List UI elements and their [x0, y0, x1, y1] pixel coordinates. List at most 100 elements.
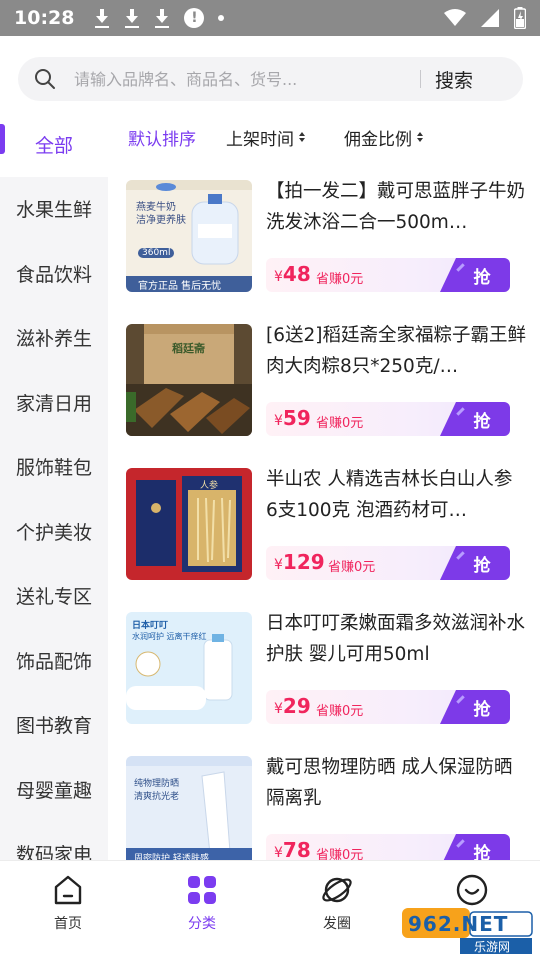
- product-image: 燕麦牛奶 洁净更养肤 360ml 官方正品 售后无忧: [126, 180, 252, 292]
- product-title: 戴可思物理防晒 成人保湿防晒隔离乳: [266, 757, 513, 809]
- grab-button[interactable]: 抢: [440, 834, 510, 860]
- product-card[interactable]: 纯物理防晒 清爽抗光老 周密防护 轻透肤感 戴可思物理防晒 成人保湿防晒隔离乳 …: [108, 738, 540, 860]
- search-divider: [420, 70, 421, 88]
- price-value: 129: [282, 550, 325, 574]
- price-currency: ¥: [274, 413, 283, 429]
- download-icon: [154, 8, 170, 28]
- search-icon: [35, 69, 55, 89]
- sort-listing-time[interactable]: 上架时间: [226, 125, 305, 150]
- home-icon: [54, 875, 82, 905]
- thumb-text: 纯物理防晒: [134, 779, 180, 789]
- watermark-subtext: 乐游网: [474, 940, 511, 954]
- product-card[interactable]: 稻廷斋 [6送2]稻廷斋全家福粽子霸王鲜肉大肉粽8只*250克/… ¥59 省赚…: [108, 306, 540, 450]
- product-title: 日本叮叮柔嫩面霜多效滋润补水护肤 婴儿可用50ml: [266, 613, 526, 665]
- slash-icon: [456, 551, 465, 560]
- sidebar-item-beauty[interactable]: 个护美妆: [0, 499, 108, 564]
- wifi-icon: [444, 9, 466, 26]
- thumb-text: 人参: [200, 481, 219, 491]
- save-amount: 省赚0元: [316, 272, 364, 287]
- product-card[interactable]: 燕麦牛奶 洁净更养肤 360ml 官方正品 售后无忧 【拍一发二】戴可思蓝胖子牛…: [108, 162, 540, 306]
- price-bar: ¥48 省赚0元 抢: [266, 258, 510, 292]
- sort-commission[interactable]: 佣金比例: [344, 125, 423, 150]
- grab-button[interactable]: 抢: [440, 546, 510, 580]
- product-price: ¥48: [274, 262, 311, 286]
- product-image: 日本叮叮 水润呵护 远离干痒红: [126, 612, 252, 724]
- save-amount: 省赚0元: [316, 704, 364, 719]
- nav-moments-label: 发圈: [323, 916, 351, 932]
- price-value: 29: [282, 694, 311, 718]
- nav-home[interactable]: 首页: [28, 873, 108, 933]
- sidebar-item-health[interactable]: 滋补养生: [0, 306, 108, 371]
- save-amount: 省赚0元: [328, 560, 376, 575]
- save-amount: 省赚0元: [316, 416, 364, 431]
- product-title: 半山农 人精选吉林长白山人参 6支100克 泡酒药材可…: [266, 469, 513, 521]
- signal-icon: [481, 9, 499, 27]
- product-title: 【拍一发二】戴可思蓝胖子牛奶洗发沐浴二合一500m…: [266, 181, 526, 233]
- product-card[interactable]: 日本叮叮 水润呵护 远离干痒红 日本叮叮柔嫩面霜多效滋润补水护肤 婴儿可用50m…: [108, 594, 540, 738]
- sidebar-item-fruit-fresh[interactable]: 水果生鲜: [0, 177, 108, 242]
- price-value: 59: [282, 406, 311, 430]
- thumb-text: 稻廷斋: [172, 342, 205, 355]
- sort-arrows-icon: [417, 132, 423, 142]
- sort-listing-time-label: 上架时间: [226, 129, 294, 150]
- grab-label: 抢: [473, 843, 491, 861]
- planet-icon: [322, 877, 352, 903]
- product-title: [6送2]稻廷斋全家福粽子霸王鲜肉大肉粽8只*250克/…: [266, 325, 526, 377]
- grab-label: 抢: [473, 555, 491, 576]
- price-currency: ¥: [274, 845, 283, 860]
- sidebar-item-accessories[interactable]: 饰品配饰: [0, 628, 108, 693]
- thumb-text: 水润呵护 远离干痒红: [132, 632, 207, 641]
- notification-dot-icon: [218, 15, 225, 21]
- price-bar: ¥129 省赚0元 抢: [266, 546, 510, 580]
- thumb-text: 洁净更养肤: [136, 215, 186, 226]
- price-currency: ¥: [274, 557, 283, 573]
- product-image: 稻廷斋: [126, 324, 252, 436]
- grab-button[interactable]: 抢: [440, 258, 510, 292]
- save-amount: 省赚0元: [316, 848, 364, 860]
- grab-button[interactable]: 抢: [440, 402, 510, 436]
- download-icon: [124, 8, 140, 28]
- product-price: ¥59: [274, 406, 311, 430]
- sidebar-item-all[interactable]: 全部: [0, 112, 108, 177]
- product-price: ¥29: [274, 694, 311, 718]
- thumb-text: 360ml: [138, 248, 175, 258]
- status-bar: 10:28 !: [0, 0, 540, 36]
- slash-icon: [456, 407, 465, 416]
- slash-icon: [456, 839, 465, 848]
- product-price: ¥78: [274, 838, 311, 860]
- nav-category[interactable]: 分类: [162, 873, 242, 933]
- product-card[interactable]: 人参 半山农 人精选吉林长白山人参 6支100克 泡酒药材可… ¥129 省赚0…: [108, 450, 540, 594]
- search-bar: 搜索: [18, 57, 523, 101]
- grid-icon: [188, 876, 216, 904]
- sidebar-item-household[interactable]: 家清日用: [0, 370, 108, 435]
- search-input[interactable]: [74, 69, 414, 89]
- price-bar: ¥59 省赚0元 抢: [266, 402, 510, 436]
- product-price: ¥129: [274, 550, 325, 574]
- category-sidebar: 全部 水果生鲜 食品饮料 滋补养生 家清日用 服饰鞋包 个护美妆 送礼专区 饰品…: [0, 112, 108, 860]
- price-currency: ¥: [274, 701, 283, 717]
- sidebar-item-food-drinks[interactable]: 食品饮料: [0, 241, 108, 306]
- nav-category-label: 分类: [188, 916, 216, 932]
- nav-moments[interactable]: 发圈: [297, 873, 377, 933]
- sort-default[interactable]: 默认排序: [128, 125, 196, 150]
- grab-button[interactable]: 抢: [440, 690, 510, 724]
- status-time: 10:28: [14, 7, 75, 29]
- nav-home-label: 首页: [54, 916, 82, 932]
- sidebar-item-books[interactable]: 图书教育: [0, 693, 108, 758]
- search-button[interactable]: 搜索: [435, 66, 473, 93]
- sidebar-item-baby[interactable]: 母婴童趣: [0, 757, 108, 822]
- thumb-text: 日本叮叮: [132, 621, 169, 631]
- grab-label: 抢: [473, 411, 491, 432]
- alert-icon: !: [184, 8, 205, 28]
- sidebar-item-electronics[interactable]: 数码家电: [0, 822, 108, 860]
- sort-bar: 默认排序 上架时间 佣金比例: [108, 112, 540, 162]
- sidebar-item-apparel[interactable]: 服饰鞋包: [0, 435, 108, 500]
- grab-label: 抢: [473, 699, 491, 720]
- price-value: 78: [282, 838, 311, 860]
- product-image: 纯物理防晒 清爽抗光老 周密防护 轻透肤感: [126, 756, 252, 860]
- product-image: 人参: [126, 468, 252, 580]
- thumb-text: 周密防护 轻透肤感: [134, 854, 209, 860]
- sidebar-item-gifts[interactable]: 送礼专区: [0, 564, 108, 629]
- price-currency: ¥: [274, 269, 283, 285]
- battery-icon: [514, 7, 526, 29]
